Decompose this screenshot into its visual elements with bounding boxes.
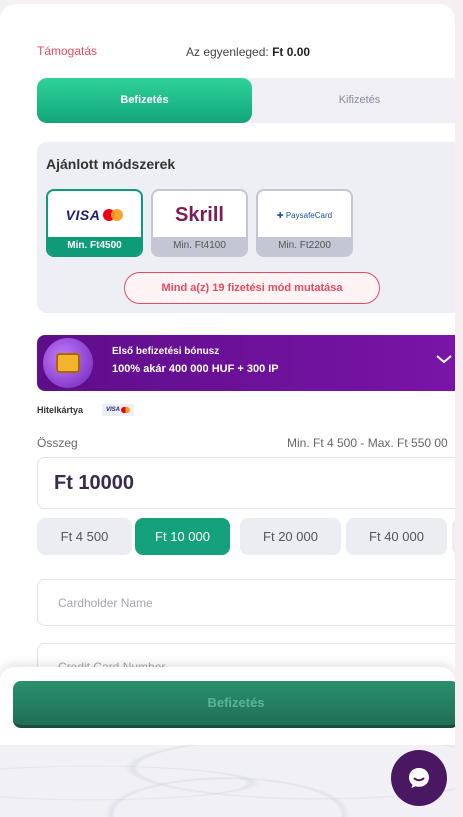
- balance-value: Ft 0.00: [272, 45, 311, 59]
- show-all-methods-button[interactable]: Mind a(z) 19 fizetési mód mutatása: [124, 272, 380, 304]
- recommended-methods-title: Ajánlott módszerek: [46, 156, 176, 172]
- amount-preset-10000[interactable]: Ft 10 000: [135, 518, 230, 555]
- support-link[interactable]: Támogatás: [37, 44, 97, 58]
- amount-range: Min. Ft 4 500 - Max. Ft 550 00: [287, 436, 448, 450]
- amount-label: Összeg: [37, 436, 78, 450]
- amount-preset-more[interactable]: [452, 518, 455, 555]
- tab-withdraw[interactable]: Kifizetés: [252, 78, 455, 123]
- method-min-amount: Min. Ft2200: [258, 237, 351, 255]
- background-pattern: [0, 745, 455, 817]
- visa-mastercard-logo: VISA: [48, 191, 141, 239]
- amount-input[interactable]: Ft 10000: [37, 457, 455, 509]
- amount-preset-40000[interactable]: Ft 40 000: [346, 518, 447, 555]
- method-min-amount: Min. Ft4100: [153, 237, 246, 255]
- balance-label: Az egyenleged:: [186, 45, 269, 59]
- credit-card-label: Hitelkártya: [37, 405, 84, 415]
- amount-preset-20000[interactable]: Ft 20 000: [240, 518, 341, 555]
- amount-preset-4500[interactable]: Ft 4 500: [37, 518, 132, 555]
- visa-logo: VISA: [65, 207, 101, 223]
- skrill-logo: Skrill: [175, 203, 224, 226]
- recommended-methods-panel: Ajánlott módszerek VISA Min. Ft4500 Skri…: [37, 142, 455, 313]
- method-card-skrill[interactable]: Skrill Min. Ft4100: [151, 189, 248, 257]
- mastercard-icon: [103, 209, 124, 221]
- skrill-logo-box: Skrill: [153, 191, 246, 239]
- paysafecard-logo: ✚ PaysafeCard: [276, 210, 333, 220]
- viewport-frame: Támogatás Az egyenleged: Ft 0.00 Befizet…: [0, 0, 463, 817]
- balance-display: Az egyenleged: Ft 0.00: [186, 45, 310, 59]
- cardholder-name-field[interactable]: Cardholder Name: [37, 579, 455, 626]
- first-deposit-bonus-banner[interactable]: Első befizetési bónusz 100% akár 400 000…: [37, 335, 455, 391]
- header-row: Támogatás Az egyenleged: Ft 0.00: [37, 44, 455, 60]
- deposit-modal: Támogatás Az egyenleged: Ft 0.00 Befizet…: [0, 4, 455, 817]
- tab-deposit[interactable]: Befizetés: [37, 78, 252, 123]
- bonus-offer: 100% akár 400 000 HUF + 300 IP: [112, 363, 279, 375]
- visa-mastercard-mini-icon: VISA: [102, 404, 134, 416]
- method-card-visa[interactable]: VISA Min. Ft4500: [46, 189, 143, 257]
- method-min-amount: Min. Ft4500: [48, 237, 141, 255]
- bonus-title: Első befizetési bónusz: [112, 346, 220, 357]
- chat-support-button[interactable]: [391, 750, 447, 806]
- method-card-paysafecard[interactable]: ✚ PaysafeCard Min. Ft2200: [256, 189, 353, 257]
- chevron-down-icon[interactable]: [435, 349, 453, 370]
- treasure-chest-icon: [43, 338, 93, 388]
- deposit-submit-button[interactable]: Befizetés: [13, 681, 455, 728]
- paysafecard-logo-box: ✚ PaysafeCard: [258, 191, 351, 239]
- deposit-withdraw-tabs: Befizetés Kifizetés: [37, 78, 455, 123]
- chat-bubble-icon: [409, 768, 429, 788]
- submit-footer: Befizetés: [0, 667, 455, 745]
